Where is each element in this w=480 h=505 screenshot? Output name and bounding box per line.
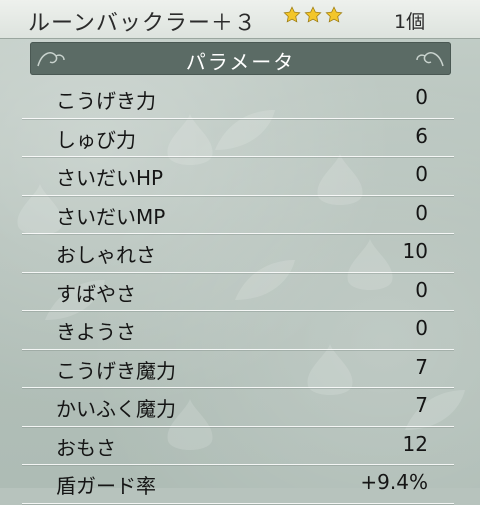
stat-label: おしゃれさ — [56, 243, 156, 267]
stat-value: 0 — [415, 316, 428, 340]
stat-label: きようさ — [56, 320, 136, 344]
parameter-title: パラメータ — [185, 50, 296, 74]
stat-value: 6 — [415, 123, 428, 148]
stat-value: 0 — [415, 200, 428, 225]
stat-label: すばやさ — [56, 281, 136, 306]
parameter-banner: パラメータ — [30, 42, 451, 75]
star-icon — [325, 6, 343, 23]
stat-value: 12 — [402, 431, 428, 456]
stat-row-shield-guard-rate: 盾ガード率 +9.4% — [22, 465, 454, 504]
stat-label: さいだいHP — [56, 166, 164, 190]
stat-row-style: おしゃれさ 10 — [22, 234, 454, 273]
item-count: 1個 — [394, 11, 426, 33]
stat-value: 0 — [415, 162, 428, 186]
stat-value: 0 — [415, 85, 428, 109]
stat-row-healing-magic: かいふく魔力 7 — [22, 388, 454, 427]
stat-row-speed: すばやさ 0 — [22, 273, 454, 312]
stat-label: かいふく魔力 — [56, 397, 176, 421]
stat-value: +9.4% — [360, 470, 428, 494]
stat-row-max-mp: さいだいMP 0 — [22, 196, 454, 235]
stat-label: こうげき魔力 — [56, 358, 176, 383]
stat-value: 0 — [415, 277, 428, 302]
stat-row-defense: しゅび力 6 — [22, 119, 454, 158]
stat-label: こうげき力 — [56, 89, 156, 113]
star-rating — [283, 6, 343, 24]
stat-row-dexterity: きようさ 0 — [22, 311, 454, 350]
item-name: ルーンバックラー＋３ — [28, 11, 257, 36]
stat-label: 盾ガード率 — [56, 474, 156, 498]
stats-list: こうげき力 0 しゅび力 6 さいだいHP 0 さいだいMP 0 おしゃれさ 1… — [22, 80, 454, 504]
stat-label: おもさ — [56, 435, 116, 460]
star-icon — [304, 6, 322, 23]
flourish-right-icon — [416, 52, 444, 67]
stat-value: 7 — [415, 393, 428, 417]
stat-row-attack-magic: こうげき魔力 7 — [22, 350, 454, 389]
stat-label: さいだいMP — [56, 204, 166, 229]
stat-value: 10 — [402, 239, 428, 263]
stat-label: しゅび力 — [56, 127, 136, 152]
stat-row-weight: おもさ 12 — [22, 427, 454, 466]
stat-row-attack: こうげき力 0 — [22, 80, 454, 119]
item-header: ルーンバックラー＋３ 1個 — [0, 0, 480, 39]
stat-value: 7 — [415, 354, 428, 379]
stat-row-max-hp: さいだいHP 0 — [22, 157, 454, 196]
star-icon — [283, 6, 301, 23]
